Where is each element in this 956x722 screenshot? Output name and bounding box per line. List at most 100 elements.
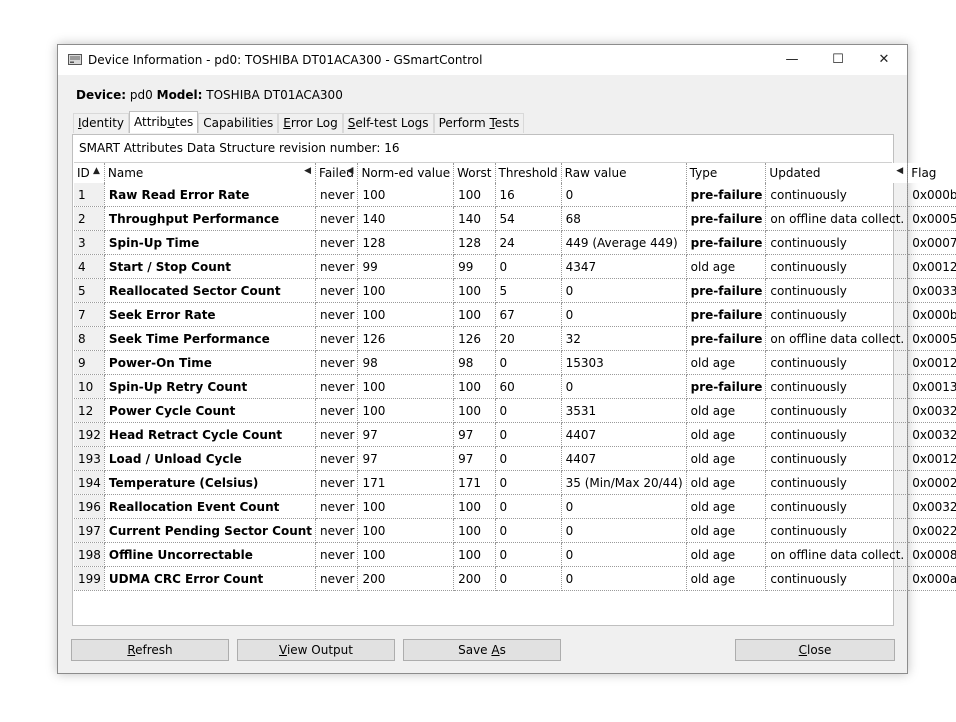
sort-ascending-icon: ▲ <box>92 166 100 176</box>
cell-worst: 140 <box>453 206 496 231</box>
tab-identity[interactable]: Identity <box>73 113 129 133</box>
close-window-button[interactable]: ✕ <box>861 45 907 75</box>
cell-name: Reallocated Sector Count <box>104 278 317 303</box>
table-row[interactable]: 1 Raw Read Error Rate never 100 100 16 0 pre-fa… <box>74 183 956 207</box>
table-row[interactable]: 199 UDMA CRC Error Count never 200 200 0 0 old … <box>74 566 956 591</box>
cell-name: Current Pending Sector Count <box>104 518 317 543</box>
cell-failed: never <box>315 183 359 207</box>
refresh-button[interactable]: Refresh <box>71 639 229 661</box>
column-header-worst[interactable]: Worst <box>453 163 496 183</box>
column-header-flag[interactable]: Flag <box>907 163 956 183</box>
cell-raw-value: 15303 <box>561 350 687 375</box>
cell-updated: continuously <box>765 278 909 303</box>
attributes-table-frame: ID ▲ Name ◀ Failed ◀ Norm-ed value Worst Thresho… <box>74 162 956 623</box>
cell-normed-value: 100 <box>357 494 455 519</box>
cell-id: 192 <box>74 422 105 447</box>
table-row[interactable]: 193 Load / Unload Cycle never 97 97 0 4407 old … <box>74 446 956 471</box>
cell-normed-value: 98 <box>357 350 455 375</box>
cell-normed-value: 200 <box>357 566 455 591</box>
table-row[interactable]: 10 Spin-Up Retry Count never 100 100 60 0 pre-f… <box>74 374 956 399</box>
column-header-raw-value[interactable]: Raw value <box>561 163 687 183</box>
cell-name: Seek Time Performance <box>104 326 317 351</box>
cell-type: pre-failure <box>686 374 767 399</box>
table-row[interactable]: 196 Reallocation Event Count never 100 100 0 0… <box>74 494 956 519</box>
tab-error-log[interactable]: Error Log <box>278 113 343 133</box>
table-row[interactable]: 12 Power Cycle Count never 100 100 0 3531 old a… <box>74 398 956 423</box>
column-header-threshold[interactable]: Threshold <box>495 163 562 183</box>
table-row[interactable]: 4 Start / Stop Count never 99 99 0 4347 old age… <box>74 254 956 279</box>
cell-type: old age <box>686 542 767 567</box>
cell-raw-value: 4347 <box>561 254 687 279</box>
cell-failed: never <box>315 254 359 279</box>
table-row[interactable]: 194 Temperature (Celsius) never 171 171 0 35 (… <box>74 470 956 495</box>
device-label: Device: <box>76 88 127 102</box>
column-header-id[interactable]: ID ▲ <box>74 163 105 183</box>
device-info-window: Device Information - pd0: TOSHIBA DT01AC… <box>57 44 956 674</box>
cell-id: 12 <box>74 398 105 423</box>
table-row[interactable]: 197 Current Pending Sector Count never 100 1… <box>74 518 956 543</box>
cell-flag: 0x000b <box>907 183 956 207</box>
cell-threshold: 0 <box>495 446 562 471</box>
minimize-button[interactable]: — <box>769 45 815 75</box>
cell-worst: 100 <box>453 183 496 207</box>
cell-failed: never <box>315 278 359 303</box>
cell-name: Temperature (Celsius) <box>104 470 317 495</box>
cell-type: pre-failure <box>686 278 767 303</box>
tab-capabilities[interactable]: Capabilities <box>198 113 279 133</box>
table-row[interactable]: 7 Seek Error Rate never 100 100 67 0 pre-failur… <box>74 302 956 327</box>
cell-threshold: 60 <box>495 374 562 399</box>
cell-failed: never <box>315 422 359 447</box>
column-header-normed-value[interactable]: Norm-ed value <box>357 163 455 183</box>
cell-updated: continuously <box>765 422 909 447</box>
column-header-updated[interactable]: Updated ◀ <box>765 163 909 183</box>
table-row[interactable]: 9 Power-On Time never 98 98 0 15303 old age cont… <box>74 350 956 375</box>
cell-raw-value: 0 <box>561 374 687 399</box>
save-as-button[interactable]: Save As <box>403 639 561 661</box>
cell-name: Spin-Up Time <box>104 230 317 255</box>
tab-bar: Identity Attributes Capabilities Error L… <box>73 111 525 133</box>
cell-updated: continuously <box>765 350 909 375</box>
table-row[interactable]: 2 Throughput Performance never 140 140 54 68 pr… <box>74 206 956 231</box>
cell-flag: 0x0005 <box>907 326 956 351</box>
cell-id: 1 <box>74 183 105 207</box>
maximize-button[interactable]: ☐ <box>815 45 861 75</box>
table-row[interactable]: 8 Seek Time Performance never 126 126 20 32 pre… <box>74 326 956 351</box>
cell-type: old age <box>686 518 767 543</box>
column-header-failed[interactable]: Failed ◀ <box>315 163 359 183</box>
cell-threshold: 16 <box>495 183 562 207</box>
attributes-panel: SMART Attributes Data Structure revision… <box>72 134 956 626</box>
cell-raw-value: 3531 <box>561 398 687 423</box>
cell-flag: 0x0012 <box>907 350 956 375</box>
column-header-type[interactable]: Type <box>686 163 767 183</box>
cell-updated: on offline data collect. <box>765 542 909 567</box>
cell-raw-value: 4407 <box>561 446 687 471</box>
cell-flag: 0x0013 <box>907 374 956 399</box>
table-row[interactable]: 198 Offline Uncorrectable never 100 100 0 0 old… <box>74 542 956 567</box>
cell-threshold: 0 <box>495 518 562 543</box>
cell-raw-value: 449 (Average 449) <box>561 230 687 255</box>
cell-worst: 100 <box>453 518 496 543</box>
cell-failed: never <box>315 398 359 423</box>
cell-id: 7 <box>74 302 105 327</box>
cell-failed: never <box>315 446 359 471</box>
cell-raw-value: 0 <box>561 566 687 591</box>
table-row[interactable]: 192 Head Retract Cycle Count never 97 97 0 440… <box>74 422 956 447</box>
tab-attributes[interactable]: Attributes <box>129 111 199 133</box>
table-row[interactable]: 3 Spin-Up Time never 128 128 24 449 (Average 4… <box>74 230 956 255</box>
view-output-button[interactable]: View Output <box>237 639 395 661</box>
close-button[interactable]: Close <box>735 639 895 661</box>
cell-updated: continuously <box>765 566 909 591</box>
tab-perform-tests[interactable]: Perform Tests <box>433 113 525 133</box>
cell-type: old age <box>686 446 767 471</box>
table-row[interactable]: 5 Reallocated Sector Count never 100 100 5 0 pr… <box>74 278 956 303</box>
device-summary: Device: pd0 Model: TOSHIBA DT01ACA300 <box>76 88 343 102</box>
cell-normed-value: 97 <box>357 422 455 447</box>
cell-failed: never <box>315 302 359 327</box>
cell-name: Throughput Performance <box>104 206 317 231</box>
column-header-name[interactable]: Name ◀ <box>104 163 317 183</box>
title-bar: Device Information - pd0: TOSHIBA DT01AC… <box>58 45 907 75</box>
cell-name: Head Retract Cycle Count <box>104 422 317 447</box>
cell-failed: never <box>315 470 359 495</box>
cell-worst: 99 <box>453 254 496 279</box>
tab-self-test-logs[interactable]: Self-test Logs <box>342 113 434 133</box>
